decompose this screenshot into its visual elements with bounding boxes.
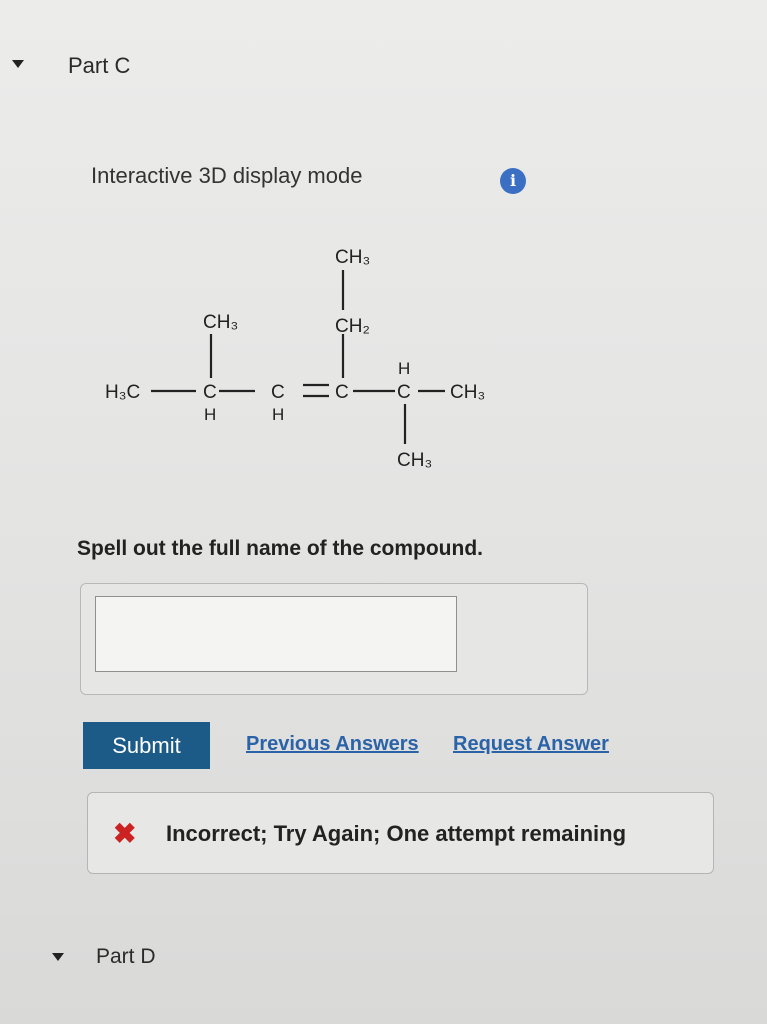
c2-label: C — [271, 382, 285, 403]
h-c1-label: H — [204, 405, 216, 424]
compound-name-input[interactable] — [95, 596, 457, 672]
h-c4-label: H — [398, 359, 410, 378]
part-d-expand-caret-icon[interactable] — [52, 953, 64, 961]
part-d-title[interactable]: Part D — [96, 945, 156, 969]
part-c-title[interactable]: Part C — [68, 53, 130, 79]
h3c-label: H₃C — [105, 382, 140, 403]
c1-label: C — [203, 382, 217, 403]
ch3-right-label: CH₃ — [450, 382, 485, 403]
feedback-message: Incorrect; Try Again; One attempt remain… — [166, 821, 627, 846]
c4-label: C — [397, 382, 411, 403]
ch3-left-label: CH₃ — [203, 312, 238, 333]
ch3-bottom-label: CH₃ — [397, 450, 432, 471]
screen: Part C Interactive 3D display mode i H₃C… — [0, 0, 767, 1024]
ch3-top-label: CH₃ — [335, 247, 370, 268]
submit-button[interactable]: Submit — [83, 722, 210, 769]
question-prompt: Spell out the full name of the compound. — [77, 537, 483, 560]
previous-answers-link[interactable]: Previous Answers — [246, 733, 419, 756]
ch2-label: CH₂ — [335, 316, 370, 337]
part-c-collapse-caret-icon[interactable] — [12, 60, 24, 68]
request-answer-link[interactable]: Request Answer — [453, 733, 609, 756]
h-c2-label: H — [272, 405, 284, 424]
bonds — [151, 270, 445, 444]
structural-formula: H₃C CH₃ C H C H CH₃ CH₂ C H C CH₃ CH₃ — [105, 247, 485, 471]
c3-label: C — [335, 382, 349, 403]
x-mark-icon: ✖ — [113, 818, 137, 849]
info-icon[interactable]: i — [500, 168, 526, 194]
display-mode-label: Interactive 3D display mode — [91, 163, 363, 188]
